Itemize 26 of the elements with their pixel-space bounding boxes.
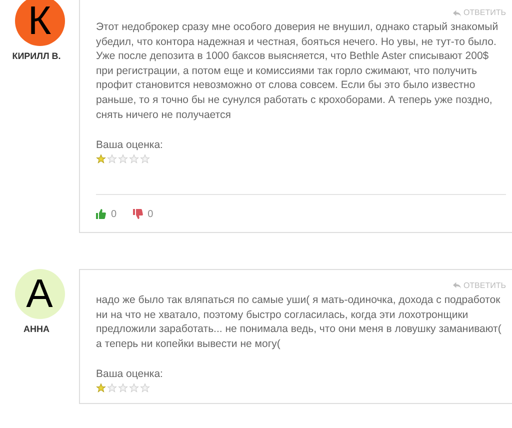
- thumbs-up-icon: [96, 209, 106, 220]
- author-name: КИРИЛЛ В.: [12, 50, 62, 63]
- rating-label: Ваша оценка:: [96, 138, 164, 154]
- comment-text: надо же было так вляпаться по самые уши( я мать-одиночка, дохода с подработок ни на что не хватало, поэтому быстро согласилась, когда эти лохотронщики предложили заработать... не понимала ведь, что они меня в ловушку заманивают( а теперь ни копейки вывести не могу(: [96, 292, 502, 352]
- star-icon[interactable]: [140, 383, 150, 394]
- star-icon[interactable]: [96, 383, 106, 394]
- author-name: АННА: [24, 322, 50, 336]
- star-icon[interactable]: [129, 383, 139, 394]
- reply-icon: [453, 282, 462, 290]
- star-icon[interactable]: [107, 383, 117, 394]
- star-icon[interactable]: [96, 154, 106, 164]
- avatar: А: [14, 268, 64, 319]
- avatar: К: [14, 0, 64, 46]
- comment-text: Этот недоброкер сразу мне особого доверия не внушил, однако старый знакомый убедил, что контора надежная и честная, бояться нечего. Но увы, не тут-то было. Уже после депозита в 1000 баксов выясняется, что Bethle Aster списывают 200$ при регистрации, а потом еще и комиссиями так горло сжимают, что получить профит становится невозможно от слова совсем. Если бы это было известно раньше, то я точно бы не сунулся работать с крохоборами. А теперь уже поздно, снять ничего не получается: [96, 20, 500, 122]
- star-icon[interactable]: [140, 154, 150, 164]
- reply-icon: [453, 10, 462, 16]
- reply-button[interactable]: ОТВЕТИТЬ: [453, 7, 506, 19]
- like-button[interactable]: 0: [96, 206, 117, 222]
- rating-label: Ваша оценка:: [96, 367, 164, 382]
- thumbs-down-icon: [132, 209, 143, 220]
- star-icon[interactable]: [129, 154, 139, 164]
- star-icon[interactable]: [107, 154, 117, 164]
- dislike-button[interactable]: 0: [132, 206, 154, 222]
- star-icon[interactable]: [118, 154, 128, 164]
- star-icon[interactable]: [118, 383, 128, 394]
- reply-button[interactable]: ОТВЕТИТЬ: [453, 280, 506, 292]
